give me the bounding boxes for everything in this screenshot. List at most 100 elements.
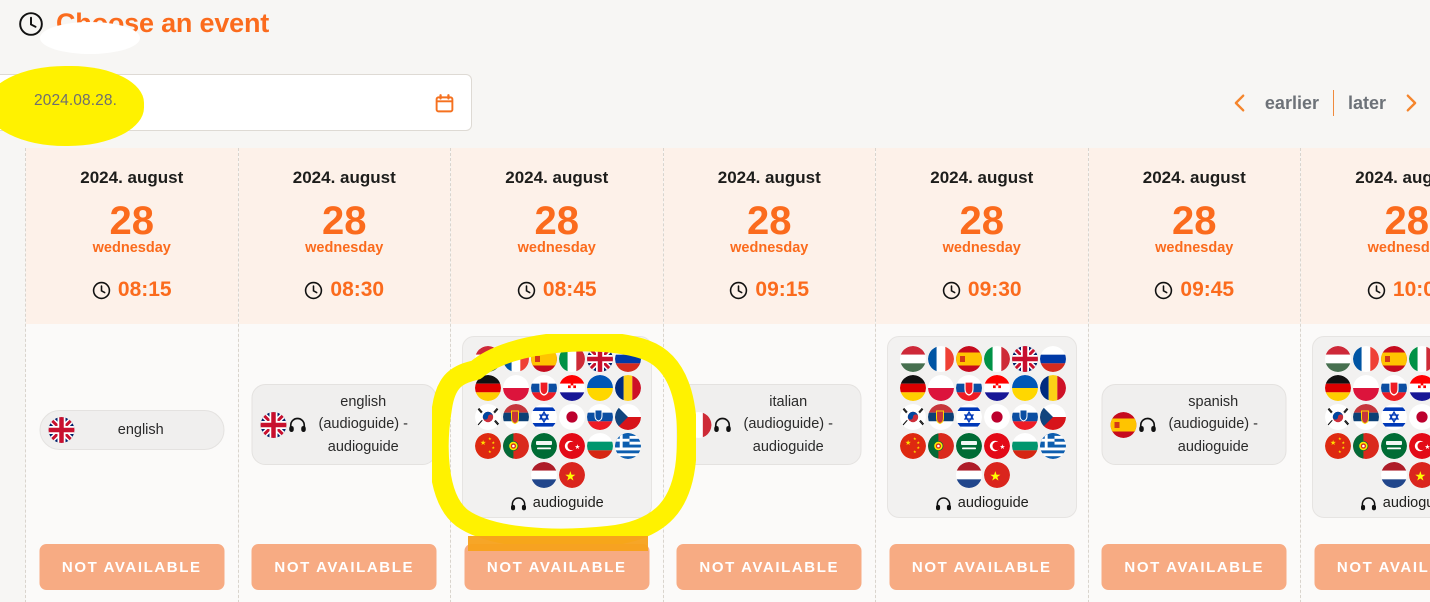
chevron-left-icon[interactable] (1229, 92, 1251, 114)
clock-icon (517, 281, 536, 299)
not-available-button[interactable]: NOT AVAILABLE (39, 544, 225, 590)
language-card-single[interactable]: italian (audioguide) - audioguide (676, 384, 862, 466)
column-day: 28 (959, 199, 1005, 243)
headphones-icon (935, 496, 951, 510)
column-time: 09:45 (1154, 278, 1234, 302)
column-header: 2024. august 28 wednesday 08:15 (26, 148, 238, 324)
column-time: 10:00 (1367, 278, 1430, 302)
svg-text:★: ★ (564, 469, 576, 484)
clock-icon (942, 281, 961, 299)
language-card-single[interactable]: english (audioguide) - audioguide (251, 384, 437, 466)
flag-netherlands (1380, 462, 1407, 488)
column-time: 08:15 (92, 278, 172, 302)
flag-ukraine (1011, 375, 1038, 401)
headphones-icon (289, 417, 306, 433)
flag-china: ★★★★★ (1324, 433, 1351, 459)
column-month: 2024. august (292, 168, 396, 187)
pagination-nav: earlier later (1229, 86, 1422, 120)
column-day: 28 (322, 199, 367, 243)
column-body: spanish (audioguide) - audioguide NOT AVA… (1088, 324, 1300, 602)
flag-france (502, 346, 529, 372)
flag-united-kingdom (48, 417, 75, 443)
audioguide-label: audioguide (896, 495, 1068, 511)
event-column: 2024. august 28 wednesday 08:45 ★ ★ ★ ★ ★ ★ ★ audio… (450, 148, 663, 602)
event-column: 2024. august28wednesday10:00★★★★★★★audio… (1300, 148, 1430, 602)
column-time-label: 10:00 (1392, 278, 1430, 301)
flag-italy (1408, 346, 1430, 372)
column-time-label: 09:45 (1180, 278, 1235, 301)
column-time: 08:45 (517, 278, 597, 302)
flag-russia (614, 346, 641, 372)
flag-japan (558, 404, 585, 430)
flag-croatia (1408, 375, 1430, 401)
headphones-icon (1360, 496, 1376, 510)
svg-text:★: ★ (1414, 469, 1426, 484)
flag-spain (530, 346, 557, 372)
column-body: italian (audioguide) - audioguide NOT AVA… (663, 324, 875, 602)
svg-text:★: ★ (913, 449, 917, 454)
event-slots-table: 2024. august 28 wednesday 08:15 english NOT A… (25, 148, 1430, 602)
column-day: 28 (1384, 199, 1430, 243)
not-available-button[interactable]: NOT AVAILABLE (464, 544, 650, 590)
flag-czech-republic (1039, 404, 1066, 430)
language-card-single[interactable]: spanish (audioguide) - audioguide (1101, 384, 1287, 466)
headphones-icon (510, 496, 526, 510)
column-header: 2024. august 28 wednesday 09:15 (663, 148, 875, 324)
flag-ukraine (586, 375, 613, 401)
svg-text:★: ★ (989, 469, 1001, 484)
flag-slovakia (955, 375, 982, 401)
language-card-multi[interactable]: ★★★★★★★audioguide (886, 336, 1077, 518)
language-card-multi[interactable]: ★★★★★★★audioguide (461, 336, 652, 518)
flag-serbia (502, 404, 529, 430)
clock-icon (1367, 281, 1386, 299)
not-available-button[interactable]: NOT AVAILABLE (676, 544, 862, 590)
svg-text:★: ★ (491, 445, 495, 450)
language-icons (260, 411, 307, 438)
chevron-right-icon[interactable] (1400, 92, 1422, 114)
flag-poland (927, 375, 954, 401)
column-time: 08:30 (304, 278, 384, 302)
column-body: english NOT AVAILABLE (26, 324, 238, 602)
column-day: 28 (747, 199, 792, 243)
clock-icon (19, 11, 43, 36)
later-button[interactable]: later (1334, 93, 1400, 114)
column-time-label: 08:30 (330, 278, 385, 301)
flag-greece (614, 433, 641, 459)
column-month: 2024. august (80, 168, 184, 187)
flag-hungary (474, 346, 501, 372)
column-header: 2024. august 28 wednesday 09:30 (876, 148, 1088, 324)
svg-text:★: ★ (905, 439, 911, 447)
flag-vietnam: ★ (1408, 462, 1430, 488)
column-time-label: 09:30 (967, 278, 1022, 301)
audioguide-text: audioguide (957, 495, 1029, 511)
language-card-multi[interactable]: ★★★★★★★audioguide (1311, 336, 1430, 518)
clock-icon (92, 281, 111, 299)
flag-germany (1324, 375, 1351, 401)
flag-serbia (1352, 404, 1379, 430)
language-icons (685, 411, 732, 438)
flag-saudi-arabia (530, 433, 557, 459)
column-body: ★★★★★★★audioguideNOT AVAILABLE (451, 324, 663, 602)
language-card-single[interactable]: english (39, 410, 225, 450)
svg-text:★: ★ (574, 443, 580, 451)
flag-romania (614, 375, 641, 401)
earlier-button[interactable]: earlier (1251, 93, 1333, 114)
column-weekday: wednesday (92, 240, 171, 256)
calendar-icon[interactable] (434, 93, 455, 114)
flag-poland (1352, 375, 1379, 401)
column-day: 28 (534, 199, 580, 243)
not-available-button[interactable]: NOT AVAILABLE (251, 544, 437, 590)
column-month: 2024. august (930, 168, 1034, 187)
flag-grid: ★ ★ ★ ★ ★ ★ ★ (1321, 346, 1430, 488)
not-available-button[interactable]: NOT AVAILABLE (1314, 544, 1430, 590)
flag-hungary (899, 346, 926, 372)
clock-icon (1155, 281, 1173, 299)
flag-saudi-arabia (1380, 433, 1407, 459)
flag-portugal (927, 433, 954, 459)
event-column: 2024. august 28 wednesday 08:15 english NOT A… (25, 148, 238, 602)
column-weekday: wednesday (942, 240, 1021, 256)
flag-south-korea (899, 404, 926, 430)
not-available-button[interactable]: NOT AVAILABLE (889, 544, 1075, 590)
not-available-button[interactable]: NOT AVAILABLE (1101, 544, 1287, 590)
flag-italy (558, 346, 585, 372)
